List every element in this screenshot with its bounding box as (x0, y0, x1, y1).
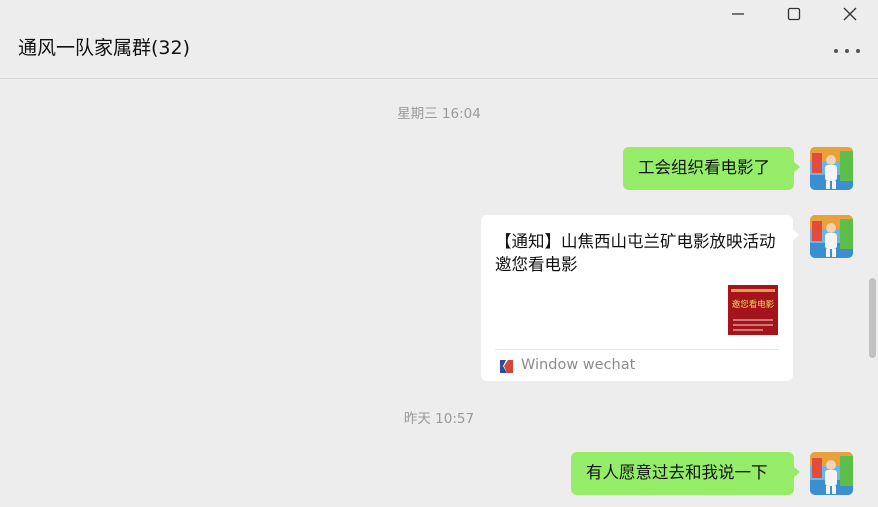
maximize-icon (787, 7, 801, 21)
link-card-message[interactable]: 【通知】山焦西山屯兰矿电影放映活动 邀您看电影 邀您看电影 Window wec… (481, 215, 799, 381)
minimize-icon (732, 13, 744, 15)
link-card-source: Window wechat (521, 357, 636, 373)
close-button[interactable] (822, 0, 878, 28)
avatar[interactable] (810, 215, 853, 258)
scrollbar-thumb[interactable] (869, 278, 876, 358)
mini-program-icon (500, 360, 513, 373)
minimize-button[interactable] (710, 0, 766, 28)
message-timestamp: 星期三 16:04 (397, 106, 481, 122)
message-list[interactable]: 星期三 16:04 工会组织看电影了 【通知】山焦西山屯兰矿电影放映活动 邀您看… (0, 80, 866, 507)
link-card-title: 【通知】山焦西山屯兰矿电影放映活动 邀您看电影 (495, 232, 776, 274)
avatar[interactable] (810, 452, 853, 495)
outgoing-message-bubble[interactable]: 工会组织看电影了 (623, 147, 800, 190)
avatar[interactable] (810, 147, 853, 190)
close-icon (843, 7, 857, 21)
outgoing-message-bubble[interactable]: 有人愿意过去和我说一下 (571, 452, 800, 495)
chat-header: 通风一队家属群(32) (0, 0, 878, 79)
maximize-button[interactable] (766, 0, 822, 28)
message-timestamp: 昨天 10:57 (403, 411, 475, 427)
link-card-divider (495, 349, 779, 350)
window-controls (710, 0, 878, 28)
more-horizontal-icon (834, 49, 838, 53)
more-options-button[interactable] (834, 44, 860, 58)
chat-title: 通风一队家属群(32) (18, 37, 191, 59)
scrollbar[interactable] (866, 79, 878, 507)
link-card-thumbnail: 邀您看电影 (728, 285, 778, 335)
link-card-thumbnail-text: 邀您看电影 (732, 299, 775, 310)
